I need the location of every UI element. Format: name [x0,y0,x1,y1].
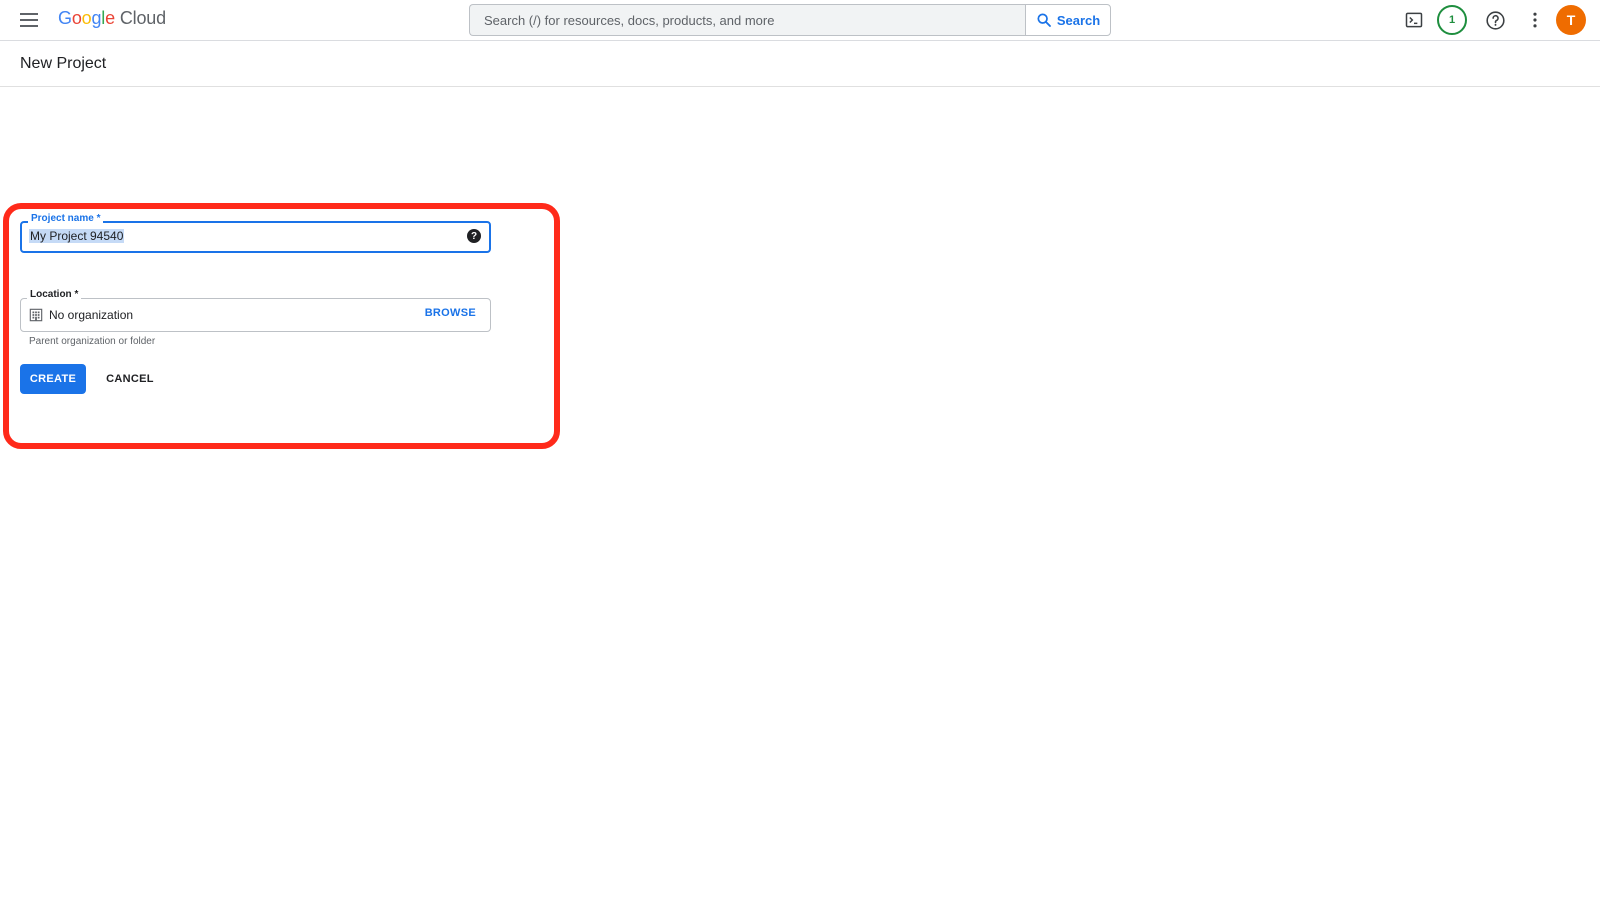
search-button-label: Search [1056,12,1101,28]
search-input[interactable] [469,4,1025,36]
location-value: No organization [49,308,134,322]
project-name-field[interactable]: Project name * My Project 94540 ? [20,213,491,253]
cancel-button[interactable]: CANCEL [98,364,162,394]
avatar[interactable]: T [1556,5,1586,35]
project-name-label: Project name * [28,213,104,224]
location-helper-text: Parent organization or folder [29,336,156,347]
create-button[interactable]: CREATE [20,364,86,394]
google-cloud-logo[interactable]: Google Cloud [58,8,166,32]
page-header: New Project [0,41,1600,87]
top-app-bar: Google Cloud Search 1 [0,0,1600,41]
cloud-shell-icon[interactable] [1402,8,1426,32]
search-bar: Search [469,4,1111,36]
location-label: Location * [27,289,82,300]
logo-cloud-text: Cloud [119,8,166,28]
help-icon[interactable] [1483,8,1507,32]
logo-google-text: Google [58,8,115,28]
project-name-input[interactable]: My Project 94540 [29,229,125,243]
page-title: New Project [20,55,107,72]
location-field[interactable]: Location * No organization BROWSE [20,289,491,332]
menu-icon[interactable] [16,9,42,31]
organization-icon [29,308,43,322]
search-button[interactable]: Search [1025,4,1111,36]
notification-badge[interactable]: 1 [1437,5,1467,35]
question-icon[interactable]: ? [467,229,481,243]
search-icon [1037,13,1051,27]
more-vert-icon[interactable] [1523,8,1547,32]
browse-button[interactable]: BROWSE [425,307,476,319]
